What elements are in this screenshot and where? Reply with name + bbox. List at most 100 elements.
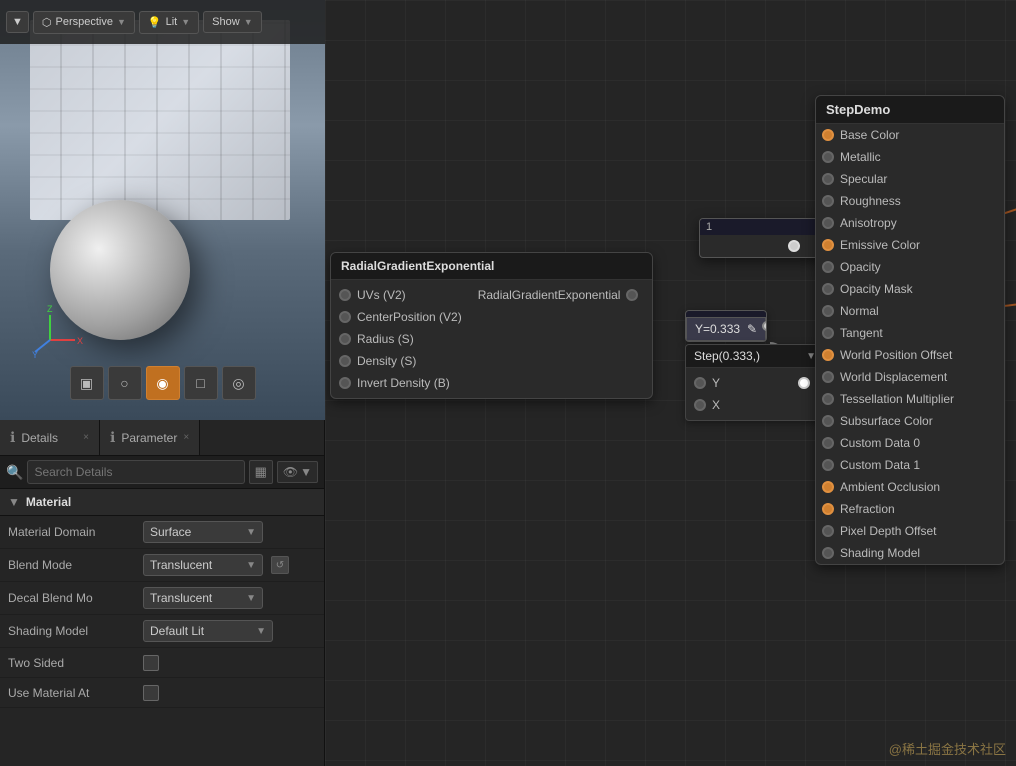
stepdemo-specular-row: Specular xyxy=(816,168,1004,190)
perspective-button[interactable]: ⬡ Perspective ▼ xyxy=(33,11,135,34)
step-title: Step(0.333,) xyxy=(694,349,760,363)
step-node: Step(0.333,) ▼ Y X xyxy=(685,344,825,421)
stepdemo-base-color-pin[interactable] xyxy=(822,129,834,141)
step-x-input-pin[interactable] xyxy=(694,399,706,411)
radial-uvs-pin[interactable] xyxy=(339,289,351,301)
shading-model-dropdown[interactable]: Default Lit ▼ xyxy=(143,620,273,642)
left-panel: X Z Y ▼ ⬡ Perspective ▼ 💡 Lit ▼ Show ▼ xyxy=(0,0,325,766)
blend-mode-dropdown[interactable]: Translucent ▼ xyxy=(143,554,263,576)
step-y-input-pin[interactable] xyxy=(694,377,706,389)
show-label: Show xyxy=(212,16,240,28)
shape-btn-sphere-outline[interactable]: ○ xyxy=(108,366,142,400)
stepdemo-subsurface-pin[interactable] xyxy=(822,415,834,427)
stepdemo-tess-label: Tessellation Multiplier xyxy=(840,392,954,406)
show-button[interactable]: Show ▼ xyxy=(203,11,261,33)
radial-output-row: RadialGradientExponential xyxy=(470,284,653,306)
stepdemo-refraction-pin[interactable] xyxy=(822,503,834,515)
shape-btn-cube[interactable]: □ xyxy=(184,366,218,400)
stepdemo-roughness-row: Roughness xyxy=(816,190,1004,212)
details-tab-close[interactable]: × xyxy=(83,432,89,443)
svg-text:Y: Y xyxy=(32,350,38,360)
viewport-arrow-button[interactable]: ▼ xyxy=(6,11,29,33)
prop-use-material: Use Material At xyxy=(0,678,324,708)
stepdemo-tangent-pin[interactable] xyxy=(822,327,834,339)
tab-bar: ℹ Details × ℹ Parameter × xyxy=(0,420,324,456)
material-domain-dropdown[interactable]: Surface ▼ xyxy=(143,521,263,543)
stepdemo-anisotropy-pin[interactable] xyxy=(822,217,834,229)
step-y-output-pin[interactable] xyxy=(798,377,810,389)
stepdemo-pdo-pin[interactable] xyxy=(822,525,834,537)
stepdemo-subsurface-label: Subsurface Color xyxy=(840,414,933,428)
decal-blend-dropdown[interactable]: Translucent ▼ xyxy=(143,587,263,609)
details-tab-label: Details xyxy=(21,431,58,445)
radial-center-pin[interactable] xyxy=(339,311,351,323)
tab-details[interactable]: ℹ Details × xyxy=(0,420,100,455)
stepdemo-custom0-pin[interactable] xyxy=(822,437,834,449)
lit-caret: ▼ xyxy=(181,17,190,27)
stepdemo-roughness-pin[interactable] xyxy=(822,195,834,207)
lit-button[interactable]: 💡 Lit ▼ xyxy=(139,11,199,34)
viewport-axes: X Z Y xyxy=(30,300,90,360)
use-material-checkbox[interactable] xyxy=(143,685,159,701)
small-const-output-pin[interactable] xyxy=(788,240,800,252)
parameters-tab-label: Parameter xyxy=(121,431,177,445)
prop-shading-model-label: Shading Model xyxy=(8,624,143,638)
eye-caret: ▼ xyxy=(300,465,312,479)
two-sided-checkbox[interactable] xyxy=(143,655,159,671)
parameters-tab-close[interactable]: × xyxy=(183,432,189,443)
stepdemo-opacity-row: Opacity xyxy=(816,256,1004,278)
search-input[interactable] xyxy=(27,460,244,484)
shape-btn-plane[interactable]: ▣ xyxy=(70,366,104,400)
prop-two-sided: Two Sided xyxy=(0,648,324,678)
stepdemo-wd-row: World Displacement xyxy=(816,366,1004,388)
stepdemo-shadingmodel-pin[interactable] xyxy=(822,547,834,559)
radial-density-row: Density (S) xyxy=(331,350,470,372)
radial-radius-row: Radius (S) xyxy=(331,328,470,350)
stepdemo-custom1-pin[interactable] xyxy=(822,459,834,471)
stepdemo-opacity-pin[interactable] xyxy=(822,261,834,273)
stepdemo-roughness-label: Roughness xyxy=(840,194,901,208)
stepdemo-normal-pin[interactable] xyxy=(822,305,834,317)
stepdemo-anisotropy-label: Anisotropy xyxy=(840,216,897,230)
stepdemo-base-color-row: Base Color xyxy=(816,124,1004,146)
stepdemo-metallic-pin[interactable] xyxy=(822,151,834,163)
step-x-label: X xyxy=(712,398,720,412)
decal-blend-caret: ▼ xyxy=(246,593,256,604)
stepdemo-emissive-row: Emissive Color xyxy=(816,234,1004,256)
blend-mode-reset[interactable]: ↺ xyxy=(271,556,289,574)
prop-two-sided-label: Two Sided xyxy=(8,656,143,670)
main-canvas[interactable]: 1 ▼ Y=0.333 ✎ Step(0.333,) ▼ Y xyxy=(325,0,1016,766)
radial-density-pin[interactable] xyxy=(339,355,351,367)
blend-mode-caret: ▼ xyxy=(246,560,256,571)
shape-toolbar: ▣ ○ ◉ □ ◎ xyxy=(70,366,256,400)
stepdemo-custom0-row: Custom Data 0 xyxy=(816,432,1004,454)
perspective-caret: ▼ xyxy=(117,17,126,27)
stepdemo-metallic-label: Metallic xyxy=(840,150,881,164)
radial-node: RadialGradientExponential UVs (V2) Cente… xyxy=(330,252,653,399)
stepdemo-ao-pin[interactable] xyxy=(822,481,834,493)
tab-parameters[interactable]: ℹ Parameter × xyxy=(100,420,200,455)
const-output-pin[interactable] xyxy=(762,321,767,331)
stepdemo-custom1-row: Custom Data 1 xyxy=(816,454,1004,476)
radial-radius-pin[interactable] xyxy=(339,333,351,345)
stepdemo-emissive-pin[interactable] xyxy=(822,239,834,251)
grid-view-button[interactable]: ▦ xyxy=(249,460,273,484)
material-section-header[interactable]: ▼ Material xyxy=(0,489,324,516)
shape-btn-sphere-filled[interactable]: ◉ xyxy=(146,366,180,400)
prop-decal-blend: Decal Blend Mo Translucent ▼ xyxy=(0,582,324,615)
radial-output-pin[interactable] xyxy=(626,289,638,301)
const-edit-icon[interactable]: ✎ xyxy=(747,322,757,336)
prop-decal-blend-label: Decal Blend Mo xyxy=(8,591,143,605)
step-header: Step(0.333,) ▼ xyxy=(686,345,824,368)
stepdemo-opacity-mask-pin[interactable] xyxy=(822,283,834,295)
material-domain-caret: ▼ xyxy=(246,527,256,538)
radial-title: RadialGradientExponential xyxy=(341,259,494,273)
stepdemo-wpo-pin[interactable] xyxy=(822,349,834,361)
material-domain-text: Surface xyxy=(150,525,191,539)
shape-btn-cylinder[interactable]: ◎ xyxy=(222,366,256,400)
visibility-button[interactable]: 👁 ▼ xyxy=(277,461,318,483)
stepdemo-wd-pin[interactable] xyxy=(822,371,834,383)
radial-invert-pin[interactable] xyxy=(339,377,351,389)
stepdemo-tess-pin[interactable] xyxy=(822,393,834,405)
stepdemo-specular-pin[interactable] xyxy=(822,173,834,185)
